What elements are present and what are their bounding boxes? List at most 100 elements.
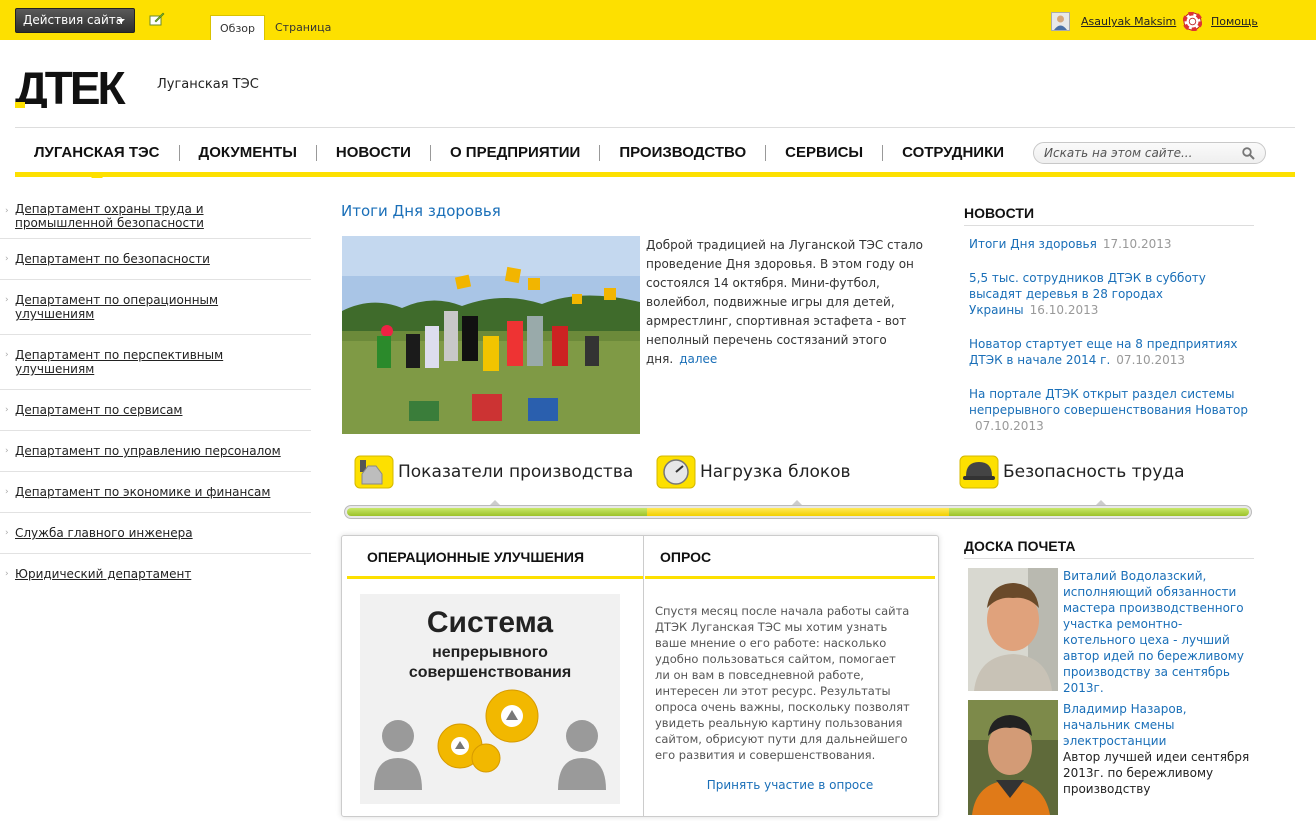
ci-banner-title: Система bbox=[426, 606, 554, 639]
news-item: На портале ДТЭК открыт раздел системы не… bbox=[969, 386, 1259, 434]
sidebar-item[interactable]: › Департамент по безопасности bbox=[0, 239, 311, 280]
sidebar-item[interactable]: › Департамент по экономике и финансам bbox=[0, 472, 311, 513]
search-box bbox=[1033, 142, 1266, 164]
sidebar-link[interactable]: Департамент по управлению персоналом bbox=[15, 444, 281, 458]
search-icon[interactable] bbox=[1242, 147, 1255, 160]
factory-icon bbox=[354, 455, 394, 489]
tab-label: Показатели производства bbox=[398, 462, 634, 482]
operational-heading: ОПЕРАЦИОННЫЕ УЛУЧШЕНИЯ bbox=[347, 536, 643, 579]
tab-labor-safety[interactable]: Безопасность труда bbox=[959, 452, 1185, 492]
sidebar-link[interactable]: Департамент охраны труда и промышленной … bbox=[15, 202, 204, 230]
gauge-icon bbox=[656, 455, 696, 489]
sidebar-item[interactable]: › Департамент по управлению персоналом bbox=[0, 431, 311, 472]
tab-page[interactable]: Страница bbox=[266, 15, 340, 40]
tab-overview[interactable]: Обзор bbox=[210, 15, 266, 40]
sidebar-link[interactable]: Департамент по перспективным улучшениям bbox=[15, 348, 223, 376]
honor-entry-text: Виталий Водолазский, исполняющий обязанн… bbox=[1063, 568, 1253, 696]
hardhat-icon bbox=[959, 455, 999, 489]
news-date: 16.10.2013 bbox=[1029, 303, 1099, 317]
news-item: 5,5 тыс. сотрудников ДТЭК в субботу выса… bbox=[969, 270, 1259, 318]
chevron-right-icon: › bbox=[5, 405, 9, 415]
chevron-right-icon: › bbox=[5, 528, 9, 538]
ci-banner-line2: совершенствования bbox=[408, 664, 572, 681]
ci-banner-line1: непрерывного bbox=[432, 644, 548, 661]
header-divider bbox=[15, 127, 1295, 128]
info-panel: ОПЕРАЦИОННЫЕ УЛУЧШЕНИЯ Система непрерывн… bbox=[341, 535, 939, 817]
sidebar-link[interactable]: Департамент по экономике и финансам bbox=[15, 485, 270, 499]
sidebar-item[interactable]: › Юридический департамент bbox=[0, 554, 311, 594]
sidebar-item[interactable]: › Департамент охраны труда и промышленно… bbox=[0, 195, 311, 239]
news-link[interactable]: Новатор стартует еще на 8 предприятиях Д… bbox=[969, 337, 1237, 367]
ci-banner[interactable]: Система непрерывного совершенствования bbox=[360, 594, 620, 804]
nav-underline-bar bbox=[15, 172, 1295, 177]
department-sidebar: › Департамент охраны труда и промышленно… bbox=[0, 195, 311, 594]
chevron-right-icon: › bbox=[5, 206, 9, 216]
nav-item-documents[interactable]: ДОКУМЕНТЫ bbox=[180, 140, 316, 166]
news-link[interactable]: Итоги Дня здоровья bbox=[969, 237, 1097, 251]
poll-participate-link[interactable]: Принять участие в опросе bbox=[645, 778, 935, 792]
sidebar-link[interactable]: Служба главного инженера bbox=[15, 526, 193, 540]
poll-column: ОПРОС Спустя месяц после начала работы с… bbox=[645, 536, 935, 816]
ribbon-bar: Действия сайта Обзор Страница Asaulyak M… bbox=[0, 0, 1316, 40]
honor-entry-text: Владимир Назаров, начальник смены электр… bbox=[1063, 701, 1253, 797]
honor-link[interactable]: Виталий Водолазский, исполняющий обязанн… bbox=[1063, 569, 1244, 695]
site-actions-menu[interactable]: Действия сайта bbox=[15, 8, 135, 33]
chevron-right-icon: › bbox=[5, 254, 9, 264]
feature-text: Доброй традицией на Луганской ТЭС стало … bbox=[646, 236, 936, 369]
sidebar-item[interactable]: › Департамент по сервисам bbox=[0, 390, 311, 431]
tab-block-load[interactable]: Нагрузка блоков bbox=[656, 452, 851, 492]
sidebar-item[interactable]: › Департамент по операционным улучшениям bbox=[0, 280, 311, 335]
sidebar-link[interactable]: Департамент по операционным улучшениям bbox=[15, 293, 218, 321]
sidebar-item[interactable]: › Департамент по перспективным улучшения… bbox=[0, 335, 311, 390]
honor-divider bbox=[964, 558, 1254, 559]
nav-item-employees[interactable]: СОТРУДНИКИ bbox=[883, 140, 1023, 166]
tab-label: Безопасность труда bbox=[1003, 462, 1185, 482]
site-actions-label: Действия сайта bbox=[23, 13, 124, 27]
news-date: 07.10.2013 bbox=[975, 419, 1044, 433]
tab-segment-yellow bbox=[647, 508, 949, 516]
nav-item-production[interactable]: ПРОИЗВОДСТВО bbox=[600, 140, 765, 166]
sidebar-link[interactable]: Департамент по сервисам bbox=[15, 403, 182, 417]
news-item: Новатор стартует еще на 8 предприятиях Д… bbox=[969, 336, 1259, 368]
sidebar-link[interactable]: Юридический департамент bbox=[15, 567, 191, 581]
news-item: Итоги Дня здоровья 17.10.2013 bbox=[969, 236, 1259, 252]
chevron-right-icon: › bbox=[5, 487, 9, 497]
chevron-right-icon: › bbox=[5, 446, 9, 456]
honor-note: Автор лучшей идеи сентября 2013г. по бер… bbox=[1063, 750, 1250, 796]
nav-item-about[interactable]: О ПРЕДПРИЯТИИ bbox=[431, 140, 599, 166]
feature-photo[interactable] bbox=[342, 236, 640, 434]
chevron-right-icon: › bbox=[5, 350, 9, 360]
news-divider bbox=[964, 225, 1254, 226]
news-date: 07.10.2013 bbox=[1116, 353, 1186, 367]
tab-segment-green bbox=[347, 508, 647, 516]
user-name-link[interactable]: Asaulyak Maksim bbox=[1081, 15, 1176, 28]
operational-column: ОПЕРАЦИОННЫЕ УЛУЧШЕНИЯ Система непрерывн… bbox=[347, 536, 644, 816]
nav-item-luganskaya-tes[interactable]: ЛУГАНСКАЯ ТЭС bbox=[15, 140, 179, 178]
sidebar-link[interactable]: Департамент по безопасности bbox=[15, 252, 210, 266]
feature-title-link[interactable]: Итоги Дня здоровья bbox=[341, 202, 501, 220]
chevron-right-icon: › bbox=[5, 295, 9, 305]
tab-production-indicators[interactable]: Показатели производства bbox=[354, 452, 633, 492]
tabs-progress-bar bbox=[344, 505, 1252, 519]
gears-people-icon bbox=[374, 689, 606, 790]
edit-page-icon[interactable] bbox=[149, 12, 165, 26]
dtek-logo[interactable]: ДТЕК bbox=[15, 64, 137, 108]
logo-text: ДТЕК bbox=[15, 64, 127, 108]
search-input[interactable] bbox=[1044, 145, 1234, 161]
feature-more-link[interactable]: далее bbox=[679, 352, 717, 366]
sidebar-item[interactable]: › Служба главного инженера bbox=[0, 513, 311, 554]
honor-photo[interactable] bbox=[968, 568, 1058, 691]
help-icon[interactable] bbox=[1183, 12, 1202, 31]
news-date: 17.10.2013 bbox=[1102, 237, 1172, 251]
news-link[interactable]: На портале ДТЭК открыт раздел системы не… bbox=[969, 387, 1248, 417]
honor-link[interactable]: Владимир Назаров, начальник смены электр… bbox=[1063, 702, 1187, 748]
chevron-down-icon bbox=[117, 19, 125, 23]
nav-item-news[interactable]: НОВОСТИ bbox=[317, 140, 430, 166]
nav-item-services[interactable]: СЕРВИСЫ bbox=[766, 140, 882, 166]
site-title: Луганская ТЭС bbox=[157, 77, 259, 92]
help-link[interactable]: Помощь bbox=[1211, 15, 1258, 28]
feature-body: Доброй традицией на Луганской ТЭС стало … bbox=[646, 238, 924, 366]
news-heading: НОВОСТИ bbox=[964, 205, 1035, 221]
honor-photo[interactable] bbox=[968, 700, 1058, 815]
poll-heading: ОПРОС bbox=[645, 536, 935, 579]
